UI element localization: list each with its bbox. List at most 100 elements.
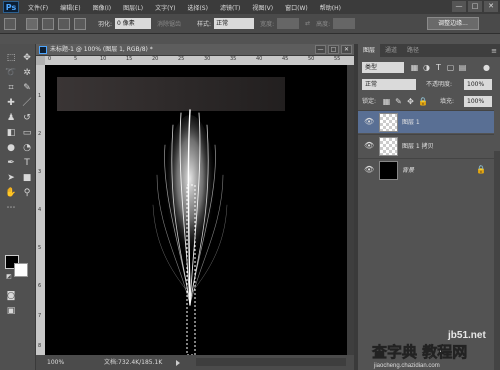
layer-row[interactable]: 👁 图层 1 拷贝	[358, 134, 494, 157]
opacity-input[interactable]: 100%	[464, 79, 492, 90]
document-tab[interactable]: 未标题-1 @ 100% (图层 1, RGB/8) * — □ ✕	[36, 44, 354, 56]
fill-input[interactable]: 100%	[464, 96, 492, 107]
opacity-label: 不透明度:	[426, 81, 453, 88]
menu-layer[interactable]: 图层(L)	[117, 3, 149, 12]
document-canvas[interactable]	[45, 65, 347, 355]
ruler-vertical[interactable]: 1 2 3 4 5 6 7 8	[36, 65, 45, 355]
minimize-button[interactable]: —	[452, 1, 466, 12]
screen-mode-icon[interactable]: ▣	[4, 305, 18, 318]
filter-pixel-icon[interactable]: ▦	[410, 63, 419, 72]
blend-mode-select[interactable]: 正常	[362, 79, 416, 90]
lock-position-icon[interactable]: ✥	[406, 97, 415, 106]
new-selection-icon[interactable]	[26, 17, 38, 30]
rectangle-shape-icon[interactable]: ■	[20, 172, 34, 185]
filter-toggle-icon[interactable]: ●	[482, 63, 491, 72]
menu-select[interactable]: 选择(S)	[181, 3, 214, 12]
lock-transparent-icon[interactable]: ▦	[382, 97, 391, 106]
move-tool-icon[interactable]: ✥	[20, 52, 34, 65]
gradient-tool-icon[interactable]: ▭	[20, 127, 34, 140]
antialias-checkbox[interactable]: 消除锯齿	[157, 19, 181, 28]
vertical-scrollbar[interactable]	[347, 65, 354, 355]
tab-layers[interactable]: 图层	[358, 44, 381, 57]
ruler-top-label: 50	[308, 56, 315, 62]
document-close-button[interactable]: ✕	[341, 45, 352, 54]
refine-edge-button[interactable]: 调整边缘...	[427, 17, 479, 30]
filter-adjustment-icon[interactable]: ◑	[422, 63, 431, 72]
dodge-tool-icon[interactable]: ◔	[20, 142, 34, 155]
clone-stamp-icon[interactable]: ♟	[4, 112, 18, 125]
marquee-tool-preset-icon[interactable]	[4, 17, 16, 30]
menu-window[interactable]: 窗口(W)	[279, 3, 314, 12]
zoom-level[interactable]: 100%	[47, 355, 64, 370]
tab-channels[interactable]: 通道	[380, 44, 402, 57]
filter-shape-icon[interactable]: ▢	[446, 63, 455, 72]
menu-image[interactable]: 图像(I)	[87, 3, 117, 12]
ruler-horizontal[interactable]: 0 5 10 15 20 25 30 35 40 45 50 55	[36, 56, 354, 65]
filter-smart-object-icon[interactable]: ▤	[458, 63, 467, 72]
ruler-top-label: 15	[126, 56, 133, 62]
intersect-selection-icon[interactable]	[74, 17, 86, 30]
more-tools-icon[interactable]: ⋯	[4, 202, 18, 215]
layer-thumbnail	[379, 113, 398, 132]
kind-filter-select[interactable]: 类型	[362, 62, 404, 73]
document-title: 未标题-1 @ 100% (图层 1, RGB/8) *	[50, 46, 153, 53]
lasso-tool-icon[interactable]: ➰	[4, 67, 18, 80]
menu-help[interactable]: 帮助(H)	[314, 3, 347, 12]
ruler-top-label: 5	[74, 56, 78, 62]
filter-type-icon[interactable]: T	[434, 63, 443, 72]
maximize-button[interactable]: □	[468, 1, 482, 12]
brush-tool-icon[interactable]: ／	[20, 97, 34, 110]
history-brush-icon[interactable]: ↺	[20, 112, 34, 125]
ruler-top-label: 30	[204, 56, 211, 62]
ruler-left-label: 5	[38, 245, 42, 251]
panel-menu-icon[interactable]: ≡	[491, 47, 497, 55]
default-colors-icon[interactable]: ◩	[2, 270, 16, 283]
layer-row[interactable]: 👁 图层 1	[358, 110, 494, 133]
background-color-swatch[interactable]	[14, 263, 28, 277]
quick-mask-icon[interactable]: ◙	[4, 290, 18, 303]
visibility-eye-icon[interactable]: 👁	[364, 117, 374, 126]
path-selection-icon[interactable]: ➤	[4, 172, 18, 185]
ruler-origin[interactable]	[36, 56, 45, 65]
menu-file[interactable]: 文件(F)	[22, 3, 54, 12]
type-tool-icon[interactable]: T	[20, 157, 34, 170]
blur-tool-icon[interactable]: ●	[4, 142, 18, 155]
eyedropper-icon[interactable]: ✎	[20, 82, 34, 95]
eraser-icon[interactable]: ◧	[4, 127, 18, 140]
visibility-eye-icon[interactable]: 👁	[364, 141, 374, 150]
document-window-controls: — □ ✕	[315, 45, 352, 54]
menu-view[interactable]: 视图(V)	[246, 3, 279, 12]
hand-tool-icon[interactable]: ✋	[4, 187, 18, 200]
menu-edit[interactable]: 编辑(E)	[54, 3, 86, 12]
feather-input[interactable]: 0 像素	[115, 18, 152, 29]
tab-paths[interactable]: 路径	[402, 44, 424, 57]
close-button[interactable]: ✕	[484, 1, 498, 12]
ruler-left-label: 1	[38, 93, 42, 99]
menu-filter[interactable]: 滤镜(T)	[214, 3, 246, 12]
layer-name[interactable]: 图层 1 拷贝	[402, 135, 434, 158]
magic-wand-icon[interactable]: ✲	[20, 67, 34, 80]
options-bar: 羽化: 0 像素 消除锯齿 样式: 正常 宽度: ⇄ 高度: 调整边缘...	[0, 14, 500, 34]
subtract-from-selection-icon[interactable]	[58, 17, 70, 30]
rectangular-marquee-icon[interactable]: ⬚	[4, 52, 18, 65]
layer-name[interactable]: 图层 1	[402, 111, 420, 134]
style-select[interactable]: 正常	[214, 18, 255, 29]
lock-image-icon[interactable]: ✎	[394, 97, 403, 106]
pen-tool-icon[interactable]: ✒	[4, 157, 18, 170]
status-menu-arrow-icon[interactable]	[176, 360, 180, 366]
visibility-eye-icon[interactable]: 👁	[364, 165, 374, 174]
layer-lock-icon: 🔒	[476, 165, 486, 174]
layer-name[interactable]: 背景	[402, 159, 414, 182]
ruler-left-label: 2	[38, 131, 42, 137]
menu-type[interactable]: 文字(Y)	[149, 3, 181, 12]
healing-brush-icon[interactable]: ✚	[4, 97, 18, 110]
add-to-selection-icon[interactable]	[42, 17, 54, 30]
layer-row[interactable]: 👁 背景 🔒	[358, 158, 494, 181]
ruler-top-label: 0	[48, 56, 52, 62]
zoom-tool-icon[interactable]: ⚲	[20, 187, 34, 200]
lock-all-icon[interactable]: 🔒	[418, 97, 428, 106]
document-maximize-button[interactable]: □	[328, 45, 339, 54]
horizontal-scrollbar[interactable]	[196, 358, 346, 366]
crop-tool-icon[interactable]: ⌗	[4, 82, 18, 95]
document-minimize-button[interactable]: —	[315, 45, 326, 54]
